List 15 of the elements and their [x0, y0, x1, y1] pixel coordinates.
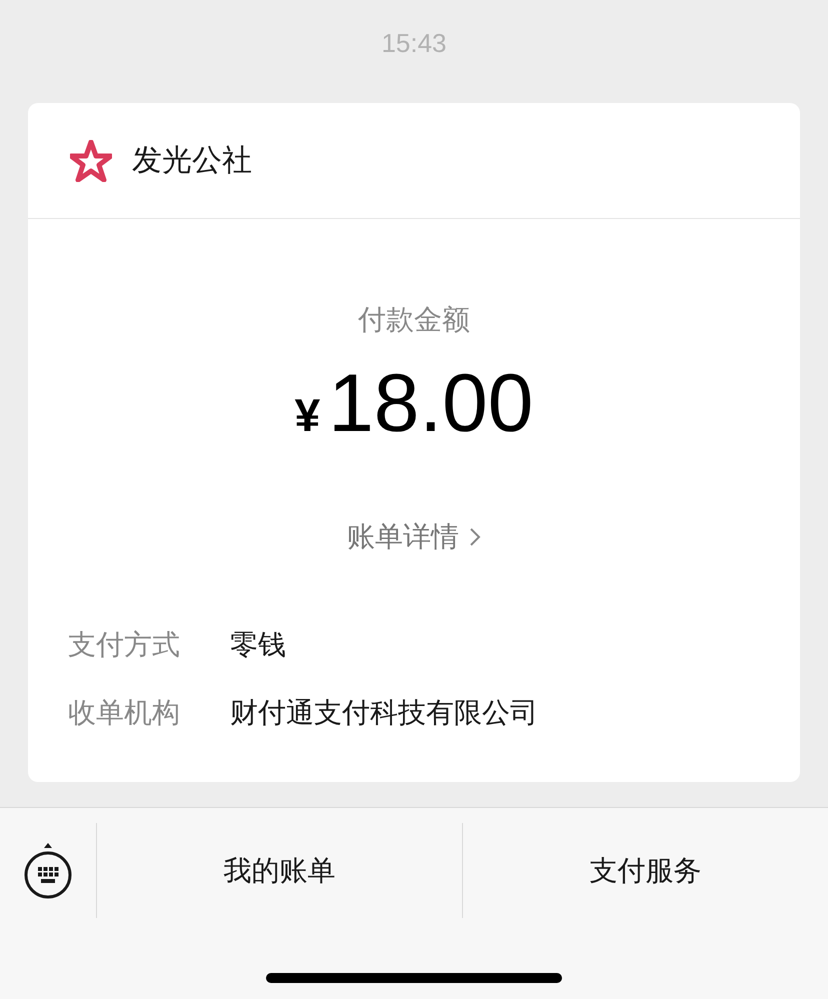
info-label: 收单机构: [68, 696, 181, 730]
timestamp: 15:43: [381, 27, 447, 60]
amount-value: 18.00: [328, 363, 534, 445]
menu-button[interactable]: 我的账单: [97, 823, 463, 918]
bill-details-link[interactable]: 账单详情: [347, 516, 481, 558]
chevron-right-icon: [469, 527, 481, 547]
info-value: 财付通支付科技有限公司: [230, 696, 538, 730]
info-label: 支付方式: [68, 628, 181, 662]
menu-button[interactable]: 支付服务: [463, 823, 828, 918]
amount-label: 付款金额: [358, 303, 470, 337]
keyboard-icon[interactable]: [23, 842, 73, 900]
info-value: 零钱: [230, 628, 286, 662]
star-logo-icon: [70, 140, 112, 182]
currency-symbol: ¥: [294, 388, 320, 443]
merchant-name: 发光公社: [132, 143, 252, 179]
